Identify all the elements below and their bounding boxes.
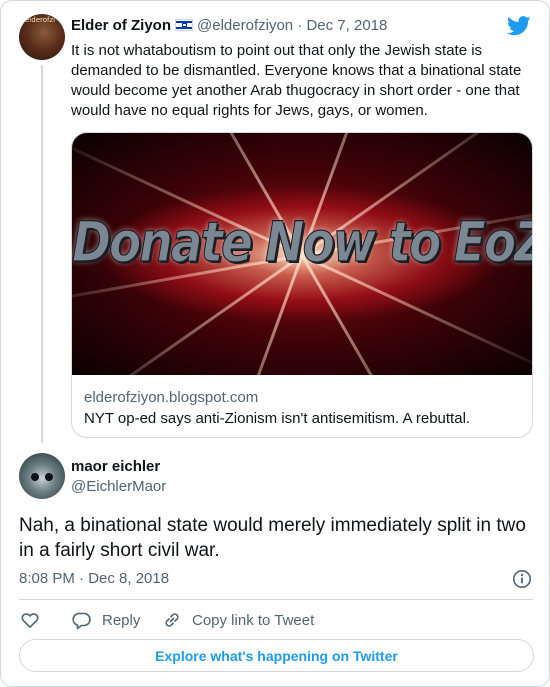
thread-connector-line (41, 65, 43, 443)
author-name[interactable]: Elder of Ziyon (71, 17, 171, 34)
original-tweet-text: It is not whataboutism to point out that… (71, 42, 522, 119)
separator-dot: · (293, 17, 307, 34)
reply-label: Reply (102, 611, 141, 629)
link-domain: elderofziyon.blogspot.com (84, 389, 259, 406)
author-handle[interactable]: @elderofziyon (197, 17, 293, 34)
copy-link-label: Copy link to Tweet (192, 611, 315, 629)
link-preview-image: Donate Now to EoZ (72, 133, 532, 375)
divider (19, 599, 533, 600)
reply-button[interactable]: Reply (72, 610, 140, 630)
israel-flag-icon (175, 19, 194, 31)
reply-author-handle[interactable]: @EichlerMaor (71, 478, 166, 495)
link-title: NYT op-ed says anti-Zionism isn't antise… (84, 410, 471, 427)
explore-twitter-button[interactable]: Explore what's happening on Twitter (19, 639, 534, 672)
heart-icon (21, 613, 39, 628)
avatar-maor-eichler[interactable] (19, 453, 65, 499)
link-icon (165, 613, 179, 627)
info-icon[interactable] (512, 569, 532, 589)
link-image-headline: Donate Now to EoZ (72, 209, 532, 275)
tweet-embed-card: elderofzi Elder of Ziyon @elderofziyon · … (0, 0, 550, 687)
reply-author-name[interactable]: maor eichler (71, 458, 166, 475)
link-preview-card[interactable]: Donate Now to EoZ elderofziyon.blogspot.… (71, 132, 533, 438)
original-tweet-header: Elder of Ziyon @elderofziyon · Dec 7, 201… (71, 17, 387, 34)
reply-tweet-text: Nah, a binational state would merely imm… (19, 515, 526, 561)
avatar-tag: elderofzi (25, 16, 56, 24)
avatar-elder-of-ziyon[interactable]: elderofzi (19, 14, 65, 60)
like-button[interactable] (20, 610, 50, 630)
reply-timestamp[interactable]: 8:08 PM · Dec 8, 2018 (19, 570, 169, 587)
reply-tweet-header: maor eichler @EichlerMaor (71, 458, 166, 495)
copy-link-button[interactable]: Copy link to Tweet (162, 610, 314, 630)
reply-icon (72, 612, 91, 630)
tweet-date[interactable]: Dec 7, 2018 (306, 17, 387, 34)
twitter-logo-icon[interactable] (507, 16, 531, 36)
